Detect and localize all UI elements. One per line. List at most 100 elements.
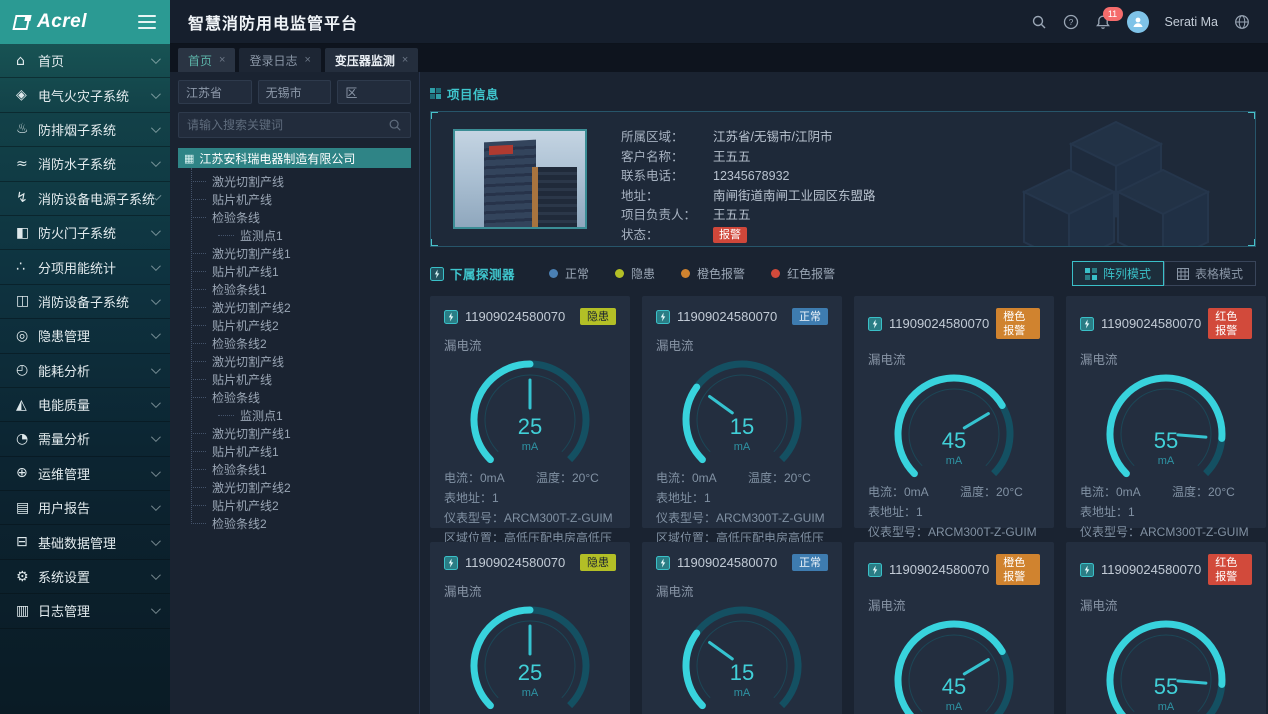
close-icon[interactable]: × [304, 54, 310, 66]
svg-text:mA: mA [1158, 701, 1175, 713]
sidebar-item[interactable]: ⊕ 运维管理 [0, 457, 170, 491]
tree-item[interactable]: 检验条线1 [178, 460, 411, 478]
sidebar-item[interactable]: ◔ 需量分析 [0, 422, 170, 456]
current-value: 电流：0mA [868, 482, 960, 502]
notifications-bell-icon[interactable]: 11 [1095, 14, 1111, 30]
tree-item[interactable]: 监测点1 [178, 226, 411, 244]
field-value: 江苏省/无锡市/江阴市 [713, 128, 832, 148]
tree-item[interactable]: 激光切割产线1 [178, 424, 411, 442]
tree-item[interactable]: 贴片机产线1 [178, 262, 411, 280]
district-select[interactable]: 区 [337, 80, 411, 104]
leakage-gauge: 25 mA [444, 350, 616, 466]
acrel-logo-icon [14, 15, 31, 30]
leakage-gauge: 45 mA [868, 364, 1040, 480]
hamburger-menu-icon[interactable] [138, 15, 156, 29]
detector-card[interactable]: 11909024580070 橙色报警 漏电流 45 mA 电流：0mA 温度：… [854, 296, 1054, 528]
sidebar-item[interactable]: ◧ 防火门子系统 [0, 216, 170, 250]
field-label: 联系电话： [621, 167, 713, 187]
tree-item[interactable]: 检验条线2 [178, 334, 411, 352]
search-input[interactable] [187, 118, 388, 132]
user-name[interactable]: Serati Ma [1165, 15, 1219, 29]
sidebar-item[interactable]: ∴ 分项用能统计 [0, 250, 170, 284]
city-select[interactable]: 无锡市 [258, 80, 332, 104]
close-icon[interactable]: × [402, 54, 408, 66]
chevron-down-icon [151, 226, 161, 236]
legend-item: 橙色报警 [681, 265, 745, 282]
sidebar-item[interactable]: ◈ 电气火灾子系统 [0, 78, 170, 112]
gauge-container: 45 mA [868, 610, 1040, 714]
sidebar-item[interactable]: ♨ 防排烟子系统 [0, 113, 170, 147]
detector-card[interactable]: 11909024580070 红色报警 漏电流 55 mA 电流：0mA 温度：… [1066, 542, 1266, 714]
electric-fire-shield-icon: ◈ [16, 87, 38, 103]
sidebar-item[interactable]: ⌂ 首页 [0, 44, 170, 78]
svg-text:55: 55 [1154, 674, 1178, 699]
gauge-container: 15 mA [656, 350, 828, 466]
tree-item[interactable]: 贴片机产线1 [178, 442, 411, 460]
tab-home[interactable]: 首页 × [178, 48, 235, 72]
current-value: 电流：0mA [444, 468, 536, 488]
detector-card[interactable]: 11909024580070 正常 漏电流 15 mA 电流：0mA 温度：20… [642, 542, 842, 714]
detector-card[interactable]: 11909024580070 隐患 漏电流 25 mA 电流：0mA 温度：20… [430, 542, 630, 714]
sidebar-item[interactable]: ◫ 消防设备子系统 [0, 285, 170, 319]
tree-branch-line [191, 307, 206, 308]
tree-item[interactable]: 激光切割产线1 [178, 244, 411, 262]
tab-login-log[interactable]: 登录日志 × [239, 48, 320, 72]
tree-item[interactable]: 检验条线 [178, 208, 411, 226]
detector-card[interactable]: 11909024580070 正常 漏电流 15 mA 电流：0mA 温度：20… [642, 296, 842, 528]
status-badge: 橙色报警 [996, 308, 1040, 339]
device-tree: ▦ 江苏安科瑞电器制造有限公司 激光切割产线 贴片机产线 检验条线 监测点1 激… [178, 148, 411, 532]
array-mode-button[interactable]: 阵列模式 [1072, 261, 1164, 286]
device-tree-panel: 江苏省 无锡市 区 [170, 72, 420, 714]
sidebar-item[interactable]: ⊟ 基础数据管理 [0, 525, 170, 559]
tree-root-company[interactable]: ▦ 江苏安科瑞电器制造有限公司 [178, 148, 411, 168]
sidebar-item[interactable]: ◎ 隐患管理 [0, 319, 170, 353]
tree-item[interactable]: 监测点1 [178, 406, 411, 424]
section-title-project: 项目信息 [447, 84, 499, 103]
search-icon[interactable] [388, 118, 402, 132]
svg-text:45: 45 [942, 674, 966, 699]
close-icon[interactable]: × [219, 54, 225, 66]
language-globe-icon[interactable] [1234, 14, 1250, 30]
temperature-value: 温度：20°C [1172, 482, 1252, 502]
project-info-icon [430, 88, 441, 99]
detector-icon [868, 317, 882, 331]
main-panel: 项目信息 所属区域： 江苏省/无锡市/江阴市 客户名称： 王五五 联系电话： 1… [420, 72, 1268, 714]
tree-item[interactable]: 检验条线 [178, 388, 411, 406]
tree-item[interactable]: 检验条线2 [178, 514, 411, 532]
sidebar-item[interactable]: ↯ 消防设备电源子系统 [0, 182, 170, 216]
sidebar-item[interactable]: ▥ 日志管理 [0, 594, 170, 628]
sidebar-item[interactable]: ◭ 电能质量 [0, 388, 170, 422]
tree-item[interactable]: 检验条线1 [178, 280, 411, 298]
tree-branch-line [191, 325, 206, 326]
detector-cards-grid: 11909024580070 隐患 漏电流 25 mA 电流：0mA 温度：20… [430, 296, 1256, 714]
tree-branch-line [191, 343, 206, 344]
table-mode-button[interactable]: 表格模式 [1164, 261, 1256, 286]
detector-card[interactable]: 11909024580070 红色报警 漏电流 55 mA 电流：0mA 温度：… [1066, 296, 1266, 528]
user-avatar[interactable] [1127, 11, 1149, 33]
meter-address: 表地址：1 [656, 488, 828, 508]
status-dot-icon [681, 269, 690, 278]
chevron-down-icon [151, 157, 161, 167]
tree-item[interactable]: 贴片机产线 [178, 190, 411, 208]
tab-transformer-monitor[interactable]: 变压器监测 × [325, 48, 418, 72]
tree-item[interactable]: 激光切割产线2 [178, 298, 411, 316]
sidebar-item[interactable]: ≈ 消防水子系统 [0, 147, 170, 181]
tree-item[interactable]: 贴片机产线2 [178, 496, 411, 514]
sidebar-item[interactable]: ⚙ 系统设置 [0, 560, 170, 594]
sidebar-item[interactable]: ◴ 能耗分析 [0, 354, 170, 388]
search-icon[interactable] [1031, 14, 1047, 30]
tree-item[interactable]: 激光切割产线2 [178, 478, 411, 496]
svg-text:25: 25 [518, 414, 542, 439]
detector-card[interactable]: 11909024580070 隐患 漏电流 25 mA 电流：0mA 温度：20… [430, 296, 630, 528]
svg-text:mA: mA [946, 701, 963, 713]
tree-item[interactable]: 贴片机产线 [178, 370, 411, 388]
gauge-container: 15 mA [656, 596, 828, 712]
sidebar-item[interactable]: ▤ 用户报告 [0, 491, 170, 525]
tree-item[interactable]: 激光切割产线 [178, 172, 411, 190]
tree-item[interactable]: 贴片机产线2 [178, 316, 411, 334]
detector-card[interactable]: 11909024580070 橙色报警 漏电流 45 mA 电流：0mA 温度：… [854, 542, 1054, 714]
help-icon[interactable]: ? [1063, 14, 1079, 30]
project-info-panel: 所属区域： 江苏省/无锡市/江阴市 客户名称： 王五五 联系电话： 123456… [430, 111, 1256, 247]
tree-item[interactable]: 激光切割产线 [178, 352, 411, 370]
province-select[interactable]: 江苏省 [178, 80, 252, 104]
